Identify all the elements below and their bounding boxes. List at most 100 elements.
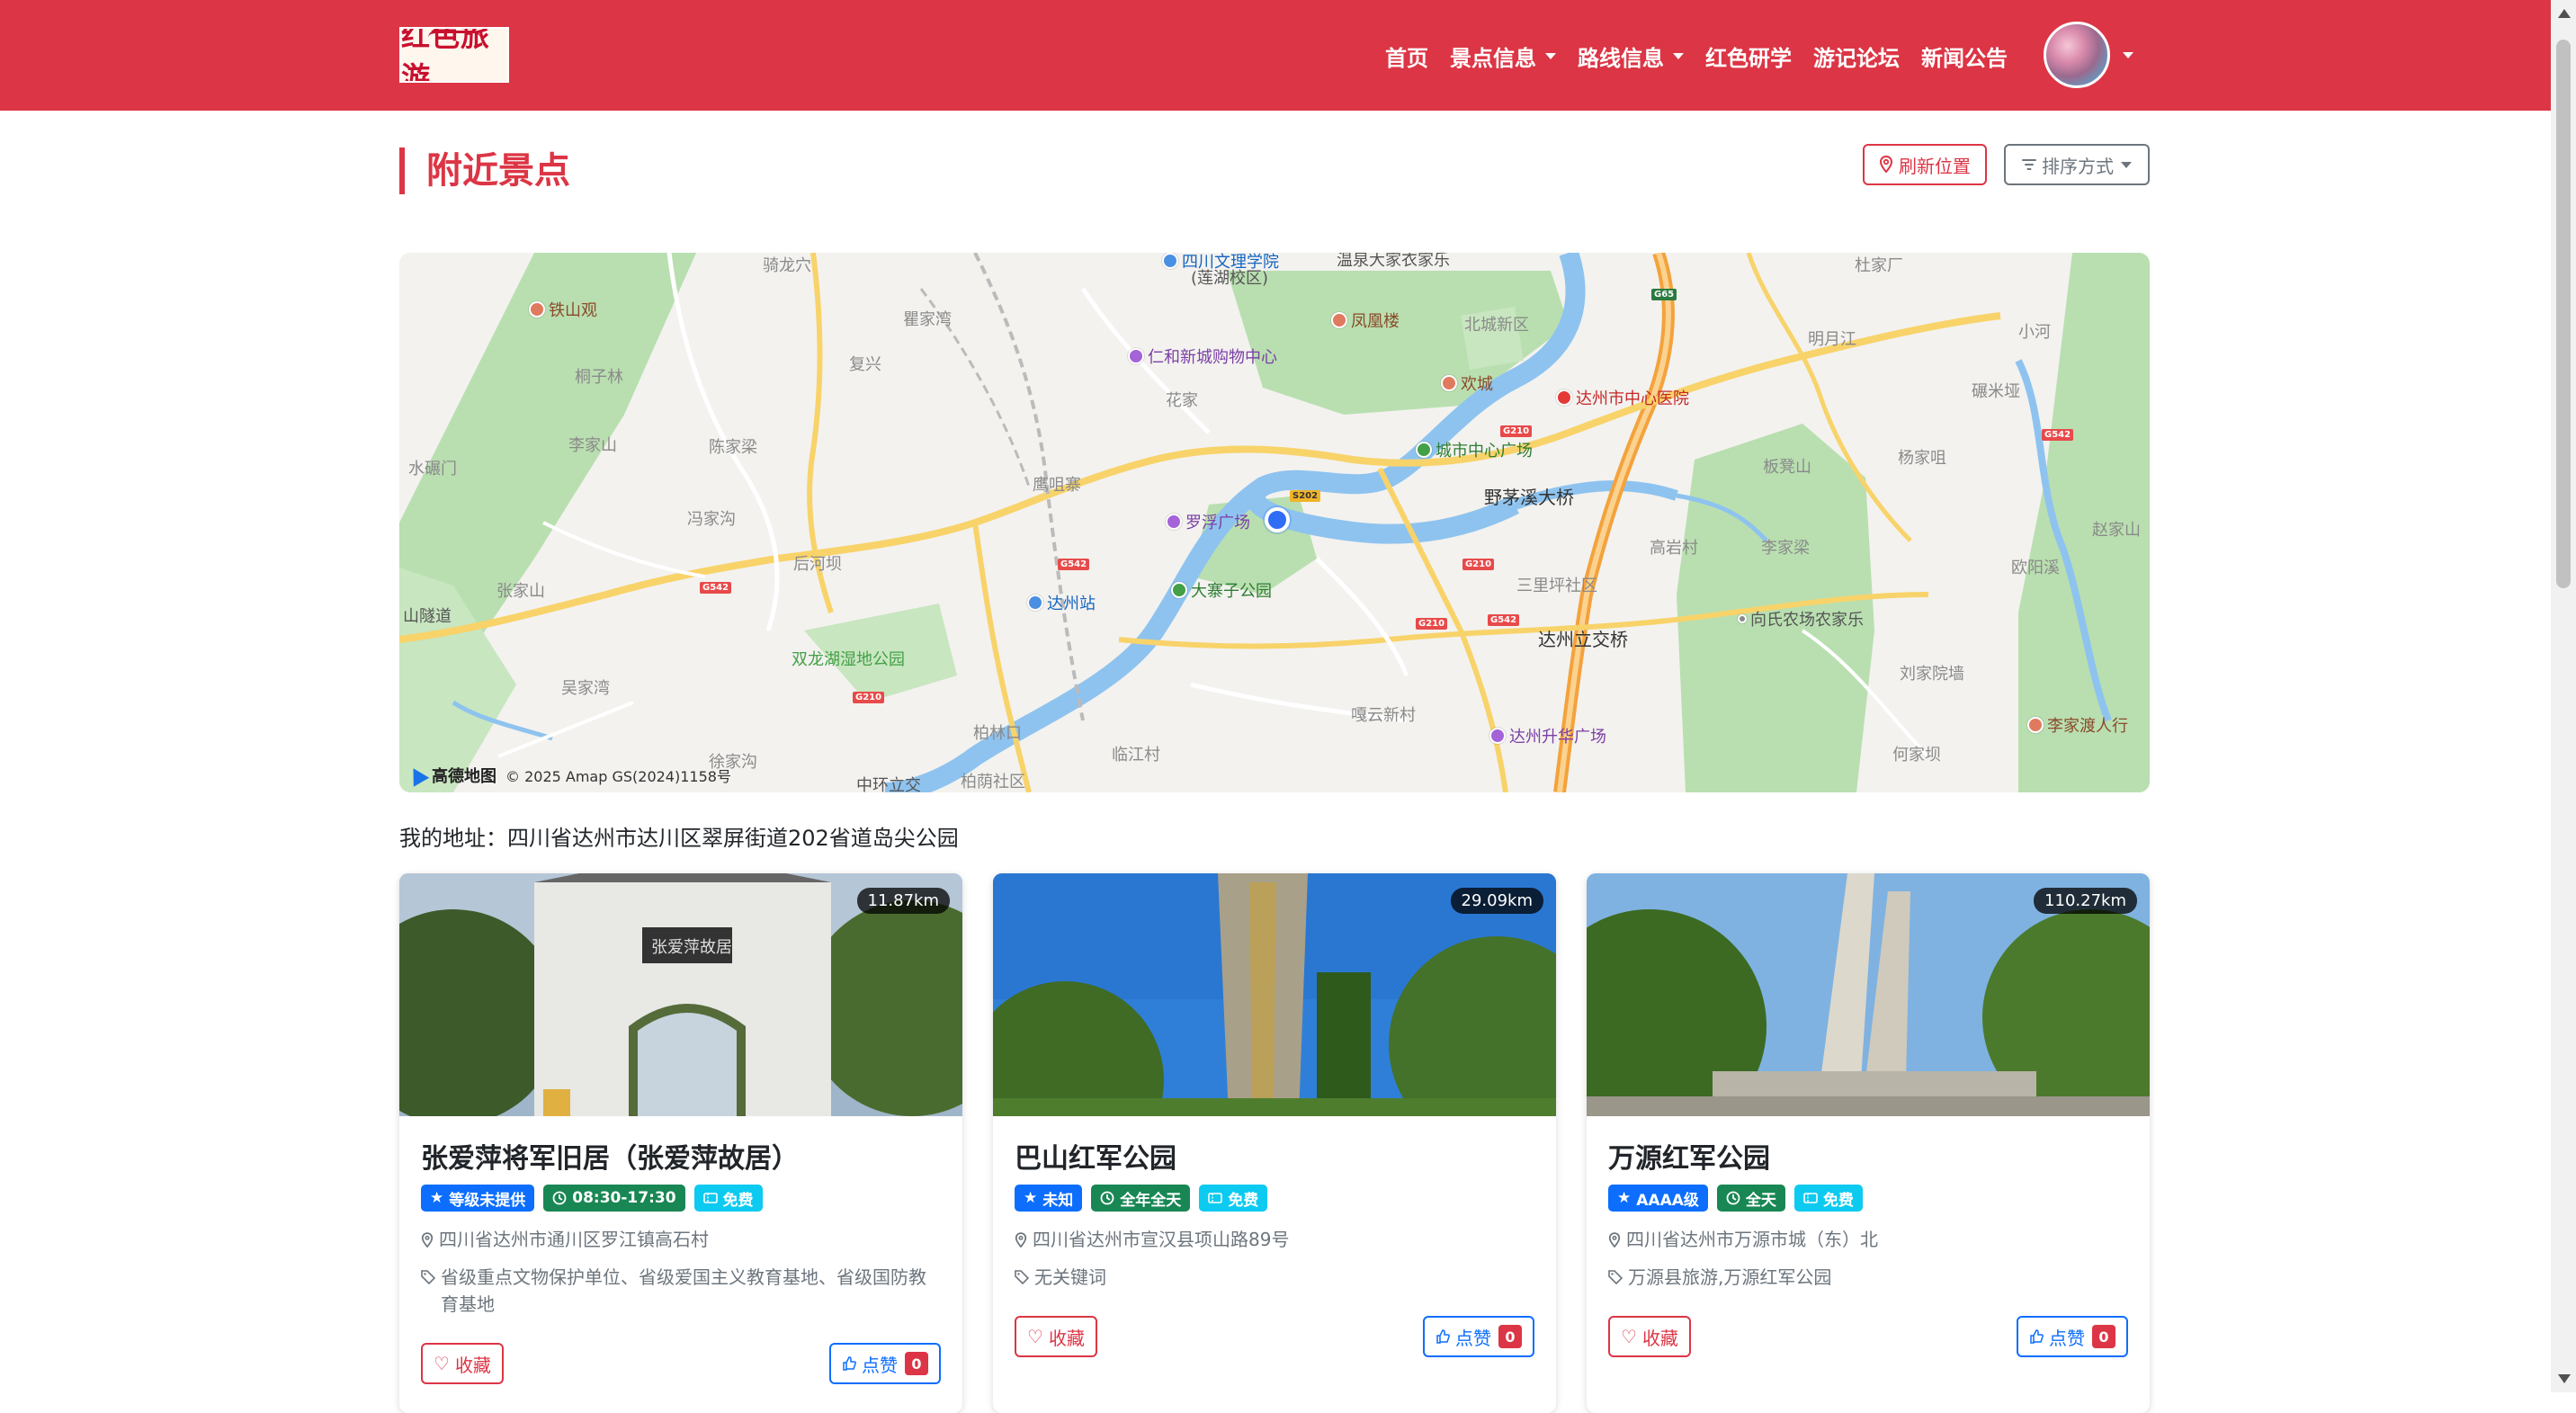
- level-badge: ★ AAAA级: [1608, 1185, 1708, 1212]
- map-poi[interactable]: 达州升华广场: [1489, 724, 1606, 747]
- map-pin-icon: [1441, 375, 1457, 391]
- ticket-badge: 免费: [1793, 1185, 1863, 1212]
- ticket-badge: 免费: [693, 1185, 763, 1212]
- attraction-photo[interactable]: 110.27km: [1587, 873, 2150, 1116]
- scroll-thumb[interactable]: [2556, 40, 2571, 588]
- hours-badge: 08:30-17:30: [543, 1185, 685, 1212]
- school-pin-icon: [1162, 253, 1178, 269]
- chevron-down-icon: [2123, 51, 2133, 58]
- level-badge: ★ 等级未提供: [421, 1185, 535, 1212]
- nav-item-study[interactable]: 红色研学: [1705, 40, 1792, 72]
- nav-item-routes[interactable]: 路线信息: [1578, 40, 1684, 72]
- map-poi[interactable]: 凤凰楼: [1331, 309, 1400, 332]
- map-place-label: 欧阳溪: [2011, 559, 2060, 577]
- map-pin-icon: [2027, 717, 2044, 733]
- top-navbar: 红色旅游 首页 景点信息 路线信息 红色研学 游记论坛 新闻公告: [0, 0, 2551, 111]
- map-place-label: 后河坝: [793, 555, 842, 574]
- attraction-address: 四川省达州市万源市城（东）北: [1608, 1226, 2128, 1253]
- attraction-title[interactable]: 张爱萍将军旧居（张爱萍故居）: [421, 1136, 941, 1176]
- map-poi[interactable]: 大寨子公园: [1171, 578, 1272, 602]
- heart-icon: ♡: [434, 1353, 450, 1374]
- like-count: 0: [1498, 1325, 1522, 1348]
- thumbs-up-icon: [1436, 1329, 1450, 1344]
- attraction-card[interactable]: 29.09km 巴山红军公园 ★ 未知 全年全天 免费 四川省达州市宣汉县项山路8…: [993, 873, 1556, 1413]
- map-place-label: 刘家院墙: [1900, 665, 1964, 684]
- like-button[interactable]: 点赞 0: [1423, 1316, 1534, 1357]
- map-poi[interactable]: 罗浮广场: [1166, 510, 1250, 533]
- page-title: 附近景点: [399, 148, 570, 194]
- ticket-icon: [1208, 1193, 1223, 1203]
- map-poi[interactable]: 铁山观: [529, 298, 597, 321]
- hours-badge: 全天: [1716, 1185, 1785, 1212]
- road-shield: G210: [853, 692, 885, 703]
- map-poi[interactable]: 仁和新城购物中心: [1128, 344, 1277, 368]
- attraction-card[interactable]: 110.27km 万源红军公园 ★ AAAA级 全天 免费 四川省达州市万源市城（…: [1587, 873, 2150, 1413]
- favorite-button[interactable]: ♡ 收藏: [1015, 1316, 1097, 1357]
- clock-icon: [1726, 1191, 1740, 1205]
- hospital-pin-icon: [1556, 389, 1572, 406]
- map-place-label: 赵家山: [2092, 521, 2141, 540]
- attraction-address: 四川省达州市通川区罗江镇高石村: [421, 1226, 941, 1253]
- map-poi-sublabel: (莲湖校区): [1191, 269, 1269, 288]
- map-place-label: 柏荫社区: [961, 773, 1025, 791]
- attraction-tags: 万源县旅游,万源红军公园: [1608, 1264, 2128, 1291]
- road-shield: G542: [2042, 429, 2074, 441]
- favorite-button[interactable]: ♡ 收藏: [421, 1343, 504, 1384]
- map-poi[interactable]: 李家渡人行: [2027, 713, 2128, 737]
- map-poi[interactable]: 达州市中心医院: [1556, 386, 1689, 409]
- gate-plaque-text: 张爱萍故居: [651, 938, 732, 957]
- nav-item-attractions[interactable]: 景点信息: [1450, 40, 1556, 72]
- road-shield: G210: [1416, 618, 1448, 630]
- map-place-label: 鹰咀寨: [1033, 476, 1081, 495]
- attraction-title[interactable]: 巴山红军公园: [1015, 1136, 1534, 1176]
- attraction-photo[interactable]: 29.09km: [993, 873, 1556, 1116]
- map-place-label: 李家梁: [1761, 539, 1810, 558]
- like-button[interactable]: 点赞 0: [2017, 1316, 2128, 1357]
- tag-icon: [421, 1270, 435, 1284]
- map-place-label: 冯家沟: [687, 510, 736, 529]
- road-shield: G210: [1500, 425, 1533, 437]
- heart-icon: ♡: [1621, 1326, 1637, 1347]
- tag-icon: [1015, 1270, 1029, 1284]
- location-pin-icon: [1879, 156, 1893, 174]
- shopping-pin-icon: [1128, 348, 1144, 364]
- nav-item-home[interactable]: 首页: [1385, 40, 1428, 72]
- attraction-title[interactable]: 万源红军公园: [1608, 1136, 2128, 1176]
- level-badge: ★ 未知: [1015, 1185, 1083, 1212]
- scroll-up-arrow-icon[interactable]: [2558, 9, 2571, 18]
- nearby-map[interactable]: 骑龙穴 桐子林 李家山 水碾门 陈家梁 冯家沟 后河坝 张家山 吴家湾 复兴 瞿…: [399, 253, 2150, 792]
- map-place-label: 吴家湾: [561, 679, 610, 698]
- site-logo[interactable]: 红色旅游: [399, 27, 509, 83]
- page-scrollbar[interactable]: [2551, 0, 2576, 1392]
- favorite-button[interactable]: ♡ 收藏: [1608, 1316, 1691, 1357]
- my-address: 我的地址：四川省达州市达川区翠屏街道202省道岛尖公园: [399, 826, 959, 851]
- map-poi[interactable]: 城市中心广场: [1416, 438, 1533, 461]
- road-shield: S202: [1290, 490, 1321, 502]
- attraction-card[interactable]: 张爱萍故居 11.87km 张爱萍将军旧居（张爱萍故居） ★ 等级未提供 08:3…: [399, 873, 962, 1413]
- station-pin-icon: [1027, 595, 1043, 611]
- attraction-photo[interactable]: 张爱萍故居 11.87km: [399, 873, 962, 1116]
- map-place-label: 陈家梁: [709, 438, 757, 457]
- map-poi[interactable]: 欢城: [1441, 371, 1493, 395]
- heart-icon: ♡: [1027, 1326, 1043, 1347]
- nav-item-news[interactable]: 新闻公告: [1921, 40, 2008, 72]
- map-place-label: 高岩村: [1650, 539, 1698, 558]
- map-place-label: 北城新区: [1464, 316, 1529, 335]
- nav-item-forum[interactable]: 游记论坛: [1813, 40, 1900, 72]
- location-pin-icon: [421, 1232, 434, 1248]
- user-menu[interactable]: [2044, 22, 2133, 88]
- map-place-label: 达州立交桥: [1538, 629, 1628, 650]
- map-poi[interactable]: 向氏农场农家乐: [1738, 607, 1864, 630]
- chevron-down-icon: [1673, 52, 1684, 59]
- map-poi[interactable]: 达州站: [1027, 591, 1096, 614]
- ticket-icon: [1803, 1193, 1818, 1203]
- sort-dropdown-button[interactable]: 排序方式: [2004, 144, 2150, 185]
- ticket-icon: [702, 1193, 718, 1203]
- attraction-tags: 省级重点文物保护单位、省级爱国主义教育基地、省级国防教育基地: [421, 1264, 941, 1318]
- refresh-location-button[interactable]: 刷新位置: [1863, 144, 1987, 185]
- map-copyright: © 2025 Amap GS(2024)1158号: [505, 768, 731, 785]
- map-dot-icon: [1738, 614, 1747, 623]
- avatar[interactable]: [2044, 22, 2110, 88]
- like-button[interactable]: 点赞 0: [829, 1343, 941, 1384]
- scroll-down-arrow-icon[interactable]: [2558, 1374, 2571, 1383]
